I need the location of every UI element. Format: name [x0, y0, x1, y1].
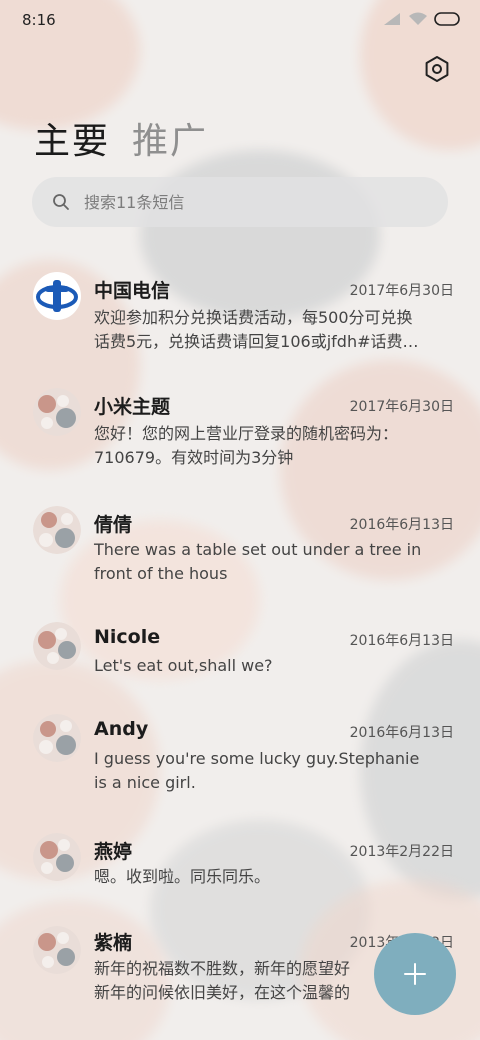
contact-photo-icon [33, 926, 81, 974]
message-preview: I guess you're some lucky guy.Stephanie … [94, 747, 450, 795]
message-date: 2017年6月30日 [349, 399, 454, 415]
contact-photo-icon [33, 622, 81, 670]
contact-avatar [33, 622, 81, 670]
contact-avatar [33, 506, 81, 554]
message-date: 2016年6月13日 [349, 517, 454, 533]
message-date: 2016年6月13日 [349, 633, 454, 649]
conversation-item[interactable]: 中国电信 2017年6月30日 欢迎参加积分兑换话费活动，每500分可兑换 话费… [0, 268, 480, 368]
preview-line: 欢迎参加积分兑换话费活动，每500分可兑换 [94, 308, 413, 327]
preview-line: 您好！您的网上营业厅登录的随机密码为： [94, 424, 399, 443]
contact-photo-icon [33, 714, 81, 762]
wifi-icon [409, 12, 427, 25]
tab-main[interactable]: 主要 [34, 112, 110, 164]
contact-photo-icon [33, 833, 81, 881]
preview-line: Let's eat out,shall we? [94, 656, 273, 675]
preview-line: front of the hous [94, 564, 228, 583]
signal-icon [384, 13, 400, 25]
settings-button[interactable] [422, 54, 452, 84]
sender-name: 小米主题 [94, 396, 171, 418]
contact-avatar [33, 714, 81, 762]
gear-icon [425, 56, 449, 82]
search-bar[interactable] [32, 177, 448, 227]
preview-line: is a nice girl. [94, 773, 196, 792]
conversation-item[interactable]: Nicole 2016年6月13日 Let's eat out,shall we… [0, 618, 480, 694]
message-date: 2016年6月13日 [349, 725, 454, 741]
sender-name: 中国电信 [94, 280, 171, 302]
message-preview: Let's eat out,shall we? [94, 654, 450, 678]
preview-line: There was a table set out under a tree i… [94, 540, 422, 559]
sender-name: 燕婷 [94, 841, 133, 863]
search-input[interactable] [82, 191, 426, 213]
message-preview: 新年的祝福数不胜数，新年的愿望好 新年的问候依旧美好，在这个温馨的 [94, 957, 374, 1005]
preview-line: 话费5元，兑换话费请回复106或jfdh#话费… [94, 332, 419, 351]
contact-photo-icon [33, 506, 81, 554]
conversation-item[interactable]: 小米主题 2017年6月30日 您好！您的网上营业厅登录的随机密码为： 7106… [0, 384, 480, 484]
conversation-item[interactable]: 燕婷 2013年2月22日 嗯。收到啦。同乐同乐。 [0, 829, 480, 905]
conversation-item[interactable]: 倩倩 2016年6月13日 There was a table set out … [0, 502, 480, 602]
preview-line: 新年的问候依旧美好，在这个温馨的 [94, 983, 351, 1002]
compose-button[interactable] [374, 933, 456, 1015]
status-bar: 8:16 [0, 0, 480, 40]
message-preview: 嗯。收到啦。同乐同乐。 [94, 865, 450, 889]
telecom-logo-icon [34, 273, 80, 319]
conversation-item[interactable]: Andy 2016年6月13日 I guess you're some luck… [0, 712, 480, 812]
sender-name: Nicole [94, 626, 161, 648]
sender-name: Andy [94, 718, 149, 740]
preview-line: 新年的祝福数不胜数，新年的愿望好 [94, 959, 351, 978]
message-date: 2013年2月22日 [349, 844, 454, 860]
message-date: 2017年6月30日 [349, 283, 454, 299]
sender-name: 紫楠 [94, 932, 133, 954]
contact-avatar [33, 388, 81, 436]
contact-avatar [33, 833, 81, 881]
sender-name: 倩倩 [94, 514, 133, 536]
preview-line: 嗯。收到啦。同乐同乐。 [94, 867, 271, 886]
tab-promotion[interactable]: 推广 [132, 112, 208, 164]
contact-photo-icon [33, 388, 81, 436]
message-tabs: 主要 推广 [34, 112, 208, 164]
battery-icon [434, 12, 460, 26]
message-preview: 您好！您的网上营业厅登录的随机密码为： 710679。有效时间为3分钟 [94, 422, 450, 470]
message-preview: There was a table set out under a tree i… [94, 538, 450, 586]
telecom-logo-avatar [33, 272, 81, 320]
preview-line: I guess you're some lucky guy.Stephanie [94, 749, 420, 768]
status-time: 8:16 [22, 11, 56, 29]
preview-line: 710679。有效时间为3分钟 [94, 448, 294, 467]
contact-avatar [33, 926, 81, 974]
search-icon [53, 194, 69, 210]
message-preview: 欢迎参加积分兑换话费活动，每500分可兑换 话费5元，兑换话费请回复106或jf… [94, 306, 450, 354]
